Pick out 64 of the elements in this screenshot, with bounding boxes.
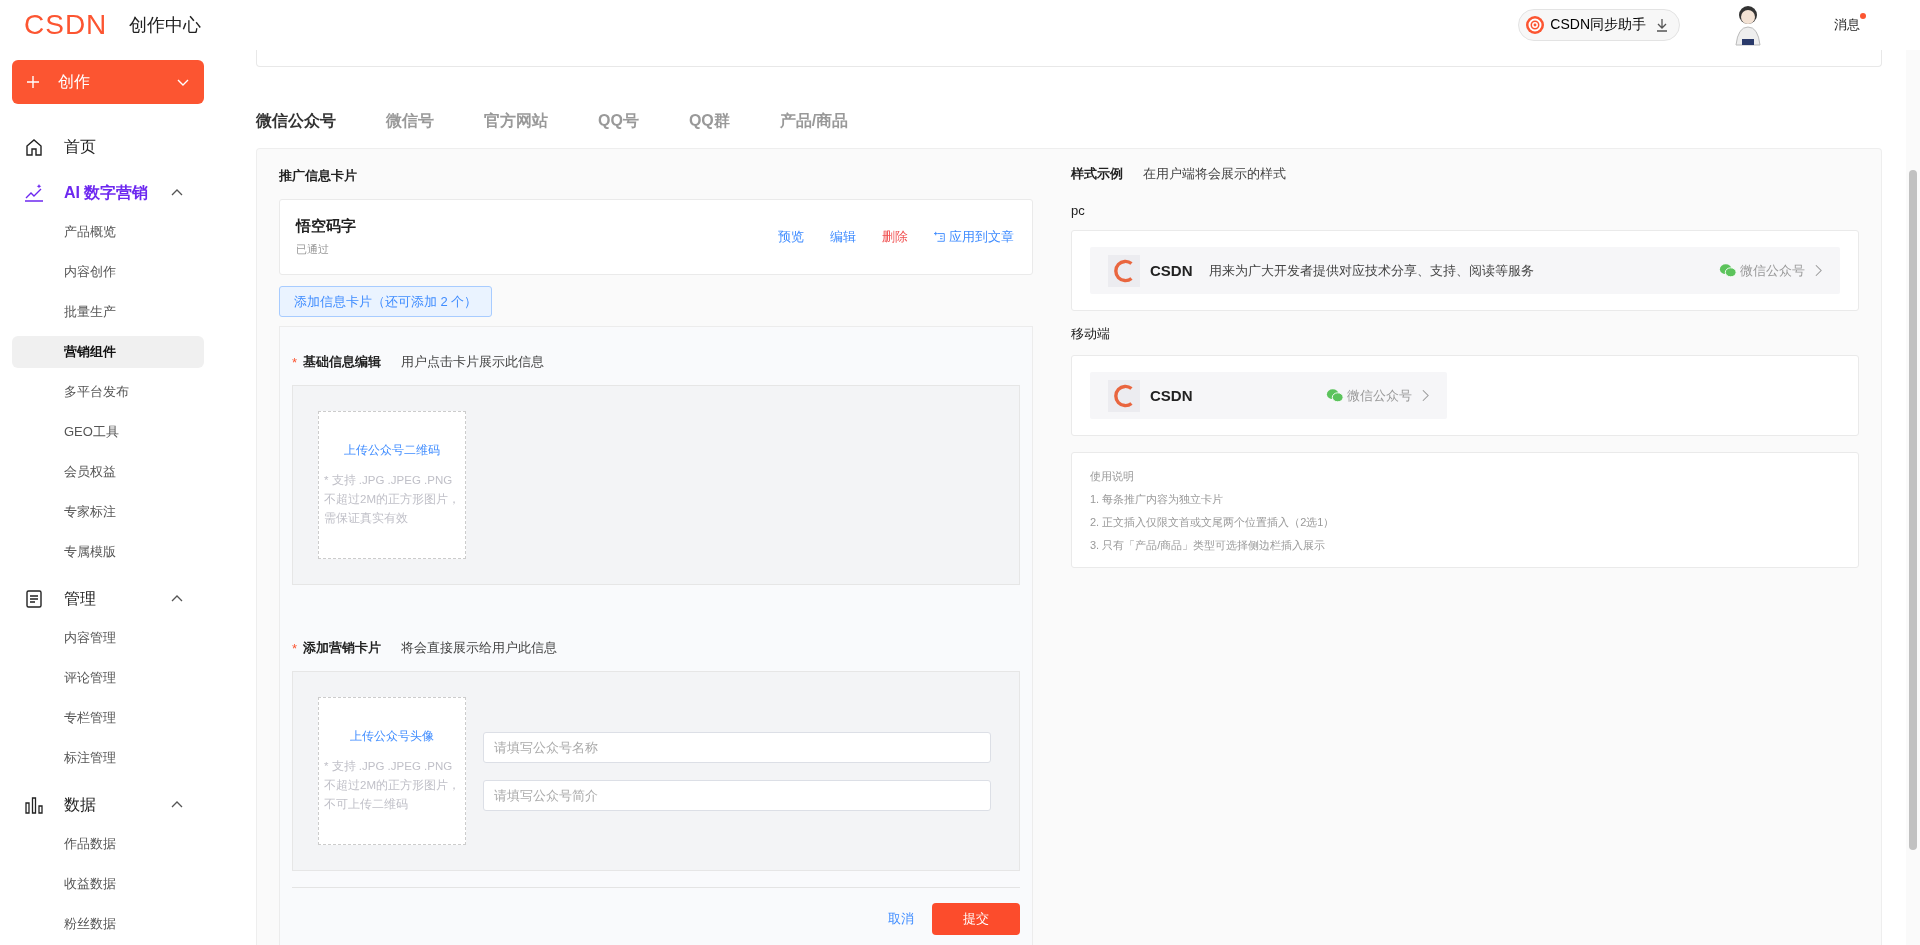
required-mark: * xyxy=(292,354,298,370)
note-item: 2. 正文插入仅限文首或文尾两个位置插入（2选1） xyxy=(1090,515,1336,530)
platform-label: 移动端 xyxy=(1071,325,1111,343)
section-hint: 将会直接展示给用户此信息 xyxy=(401,639,558,657)
nav-subitem[interactable]: 内容创作 xyxy=(12,256,204,288)
c-logo-icon xyxy=(1108,254,1140,287)
scrollbar-thumb[interactable] xyxy=(1909,170,1917,850)
nav-subitem[interactable]: 批量生产 xyxy=(12,296,204,328)
required-mark: * xyxy=(292,640,298,656)
brand-name: CSDN xyxy=(1150,387,1194,404)
app-title: 创作中心 xyxy=(129,14,202,37)
bar-chart-icon xyxy=(24,795,44,815)
nav-subitem[interactable]: 会员权益 xyxy=(12,456,204,488)
nav-subitem[interactable]: 标注管理 xyxy=(12,742,204,774)
section-title: 基础信息编辑 xyxy=(303,353,382,371)
document-icon xyxy=(24,589,44,609)
download-icon xyxy=(1655,18,1669,32)
home-icon xyxy=(24,137,44,157)
platform-label: pc xyxy=(1071,203,1086,218)
nav-subitem[interactable]: 专属模版 xyxy=(12,536,204,568)
c-logo-icon xyxy=(1108,379,1140,412)
card-name: 悟空码字 xyxy=(296,217,356,236)
upload-label: 上传公众号二维码 xyxy=(343,442,441,459)
nav-subitem[interactable]: 多平台发布 xyxy=(12,376,204,408)
assistant-button[interactable]: CSDN同步助手 xyxy=(1518,9,1680,41)
upload-label: 上传公众号头像 xyxy=(349,728,435,745)
chat-bubbles-icon xyxy=(1719,263,1737,278)
nav-subitem[interactable]: 专家标注 xyxy=(12,496,204,528)
nav-subitem[interactable]: 内容管理 xyxy=(12,622,204,654)
nav-subitem[interactable]: 评论管理 xyxy=(12,662,204,694)
chevron-right-icon xyxy=(1422,389,1429,402)
nav-subitem[interactable]: 粉丝数据 xyxy=(12,908,204,940)
trend-chart-icon xyxy=(24,183,44,203)
chevron-right-icon xyxy=(1815,264,1822,277)
notes-title: 使用说明 xyxy=(1090,469,1135,484)
nav-subitem[interactable]: 收益数据 xyxy=(12,868,204,900)
messages-link[interactable]: 消息 xyxy=(1834,16,1860,34)
plus-icon xyxy=(26,75,40,89)
logo-icon xyxy=(1525,15,1546,35)
note-item: 1. 每条推广内容为独立卡片 xyxy=(1090,492,1225,507)
nav-subitem[interactable]: 作品数据 xyxy=(12,828,204,860)
nav-item[interactable]: 首页 xyxy=(12,124,204,170)
note-item: 3. 只有「产品/商品」类型可选择侧边栏插入展示 xyxy=(1090,538,1327,553)
input-field[interactable]: 请填写公众号名称 xyxy=(483,731,991,763)
brand-name: CSDN xyxy=(1150,262,1193,279)
section-hint: 用户点击卡片展示此信息 xyxy=(401,353,545,371)
section-title: 添加营销卡片 xyxy=(303,639,382,657)
chat-bubbles-icon xyxy=(1326,388,1344,403)
nav-subitem[interactable]: 营销组件 xyxy=(12,336,204,368)
section-title: 样式示例 xyxy=(1071,165,1123,183)
section-title: 推广信息卡片 xyxy=(279,167,358,185)
card-status: 已通过 xyxy=(296,242,330,257)
nav-item[interactable]: 管理 xyxy=(12,576,204,622)
nav-item[interactable]: AI 数字营销 xyxy=(12,170,204,216)
delete-link[interactable]: 删除 xyxy=(882,228,908,246)
nav-item[interactable]: 数据 xyxy=(12,782,204,828)
input-field[interactable]: 请填写公众号简介 xyxy=(483,779,991,811)
brand-description: 用来为广大开发者提供对应技术分享、支持、阅读等服务 xyxy=(1208,261,1535,280)
add-document-icon xyxy=(934,231,946,243)
nav-subitem[interactable]: 产品概览 xyxy=(12,216,204,248)
section-hint: 在用户端将会展示的样式 xyxy=(1143,165,1286,183)
tab[interactable]: 微信公众号 xyxy=(256,111,336,132)
nav-subitem[interactable]: 专栏管理 xyxy=(12,702,204,734)
nav-subitem[interactable]: GEO工具 xyxy=(12,416,204,448)
